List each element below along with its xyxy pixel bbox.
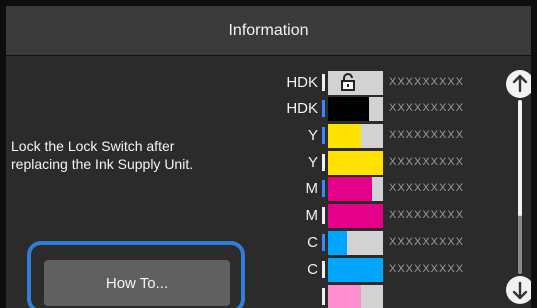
ink-code: C: [307, 234, 318, 251]
ink-status-tick: [322, 154, 325, 171]
ink-row-magenta: M XXXXXXXXX: [251, 177, 509, 201]
ink-level-fill: [328, 285, 361, 308]
ink-row-yellow: Y XXXXXXXXX: [251, 124, 509, 148]
ink-serial: XXXXXXXXX: [389, 76, 465, 88]
arrow-up-icon: [512, 74, 528, 93]
ink-row-magenta: M XXXXXXXXX: [251, 204, 509, 228]
ink-status-tick: [322, 74, 325, 91]
ink-row-light-magenta: [251, 285, 509, 308]
page-header: Information: [6, 6, 531, 55]
ink-level-box: [328, 204, 383, 228]
ink-row-cyan: C XXXXXXXXX: [251, 258, 509, 282]
scroll-down-button[interactable]: [506, 276, 531, 304]
scroll-thumb[interactable]: [518, 100, 522, 216]
ink-level-box: [328, 285, 383, 308]
instruction-line-2: replacing the Ink Supply Unit.: [11, 156, 194, 172]
ink-level-fill: [328, 124, 361, 148]
how-to-button[interactable]: How To...: [44, 260, 230, 306]
ink-level-fill: [328, 258, 383, 282]
ink-serial: XXXXXXXXX: [389, 263, 465, 275]
ink-level-box: [328, 151, 383, 175]
ink-code: HDK: [286, 74, 318, 91]
ink-serial: XXXXXXXXX: [389, 102, 465, 114]
ink-level-box: [328, 231, 383, 255]
ink-serial: XXXXXXXXX: [389, 156, 465, 168]
ink-status-tick: [322, 261, 325, 278]
ink-row-yellow: Y XXXXXXXXX: [251, 151, 509, 175]
ink-code: M: [305, 207, 319, 224]
ink-status-tick: [322, 180, 325, 197]
ink-serial: XXXXXXXXX: [389, 209, 465, 221]
ink-status-tick: [322, 207, 325, 224]
scroll-up-button[interactable]: [506, 70, 531, 98]
ink-status-tick: [322, 100, 325, 117]
instruction-line-1: Lock the Lock Switch after: [11, 138, 175, 154]
ink-code: Y: [307, 127, 318, 144]
ink-row-hdk-unlocked: HDK XXXXXXXXX: [251, 71, 509, 95]
ink-serial: XXXXXXXXX: [389, 182, 465, 194]
ink-level-box: [328, 97, 383, 121]
ink-level-box: [328, 258, 383, 282]
ink-code: HDK: [286, 100, 318, 117]
ink-code: M: [305, 180, 319, 197]
ink-level-box: [328, 124, 383, 148]
how-to-label: How To...: [105, 274, 169, 292]
ink-serial: XXXXXXXXX: [389, 236, 465, 248]
instruction-message: Lock the Lock Switch after replacing the…: [11, 137, 251, 173]
ink-row-hdk: HDK XXXXXXXXX: [251, 97, 509, 121]
ink-code: Y: [307, 154, 318, 171]
page-title: Information: [228, 21, 309, 39]
ink-status-tick: [322, 288, 325, 305]
ink-status-tick: [322, 127, 325, 144]
printer-screen: Information Lock the Lock Switch after r…: [6, 6, 531, 308]
ink-level-box: [328, 71, 383, 95]
ink-level-fill: [328, 97, 370, 121]
ink-serial: XXXXXXXXX: [389, 129, 465, 141]
ink-code: C: [307, 261, 318, 278]
ink-serial: [389, 290, 491, 303]
ink-level-fill: [328, 151, 383, 175]
ink-row-cyan: C XXXXXXXXX: [251, 231, 509, 255]
ink-level-fill: [328, 231, 348, 255]
ink-level-fill: [328, 204, 383, 228]
how-to-focus-ring: How To...: [27, 241, 245, 308]
ink-level-fill: [328, 177, 372, 201]
ink-status-list: HDK XXXXXXXXX HDK XXXXXXXXX Y XXXXXXXXX …: [251, 56, 509, 308]
ink-level-box: [328, 177, 383, 201]
ink-status-tick: [322, 234, 325, 251]
arrow-down-icon: [512, 281, 528, 300]
unlock-icon: [341, 73, 355, 91]
